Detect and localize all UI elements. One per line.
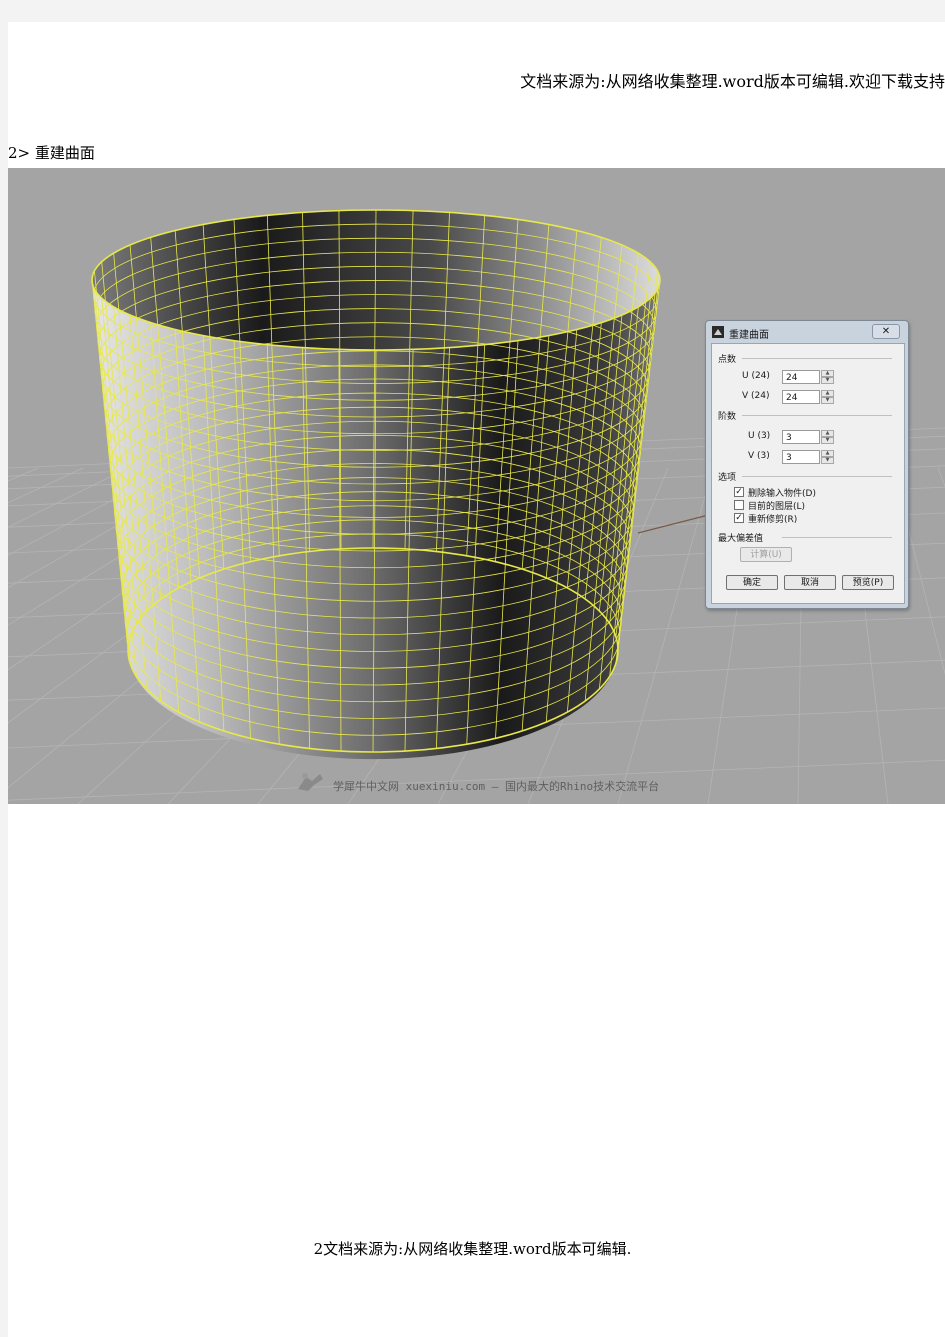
spin-down-icon[interactable]: ▼ bbox=[821, 457, 834, 464]
header-source-note: 文档来源为:从网络收集整理.word版本可编辑.欢迎下载支持 bbox=[520, 72, 945, 91]
delete-input-label: 删除输入物件(D) bbox=[748, 489, 816, 499]
rebuild-surface-dialog: 重建曲面 ✕ 点数 U (24) 24 ▲ ▼ V (24) 24 ▲ ▼ 阶数… bbox=[705, 320, 909, 609]
u-point-count-stepper[interactable]: 24 ▲ ▼ bbox=[782, 370, 834, 384]
divider bbox=[742, 476, 892, 477]
ok-button[interactable]: 确定 bbox=[726, 575, 778, 590]
cancel-button[interactable]: 取消 bbox=[784, 575, 836, 590]
section-title: 2> 重建曲面 bbox=[8, 144, 95, 162]
spin-up-icon[interactable]: ▲ bbox=[821, 390, 834, 397]
u-degree-label: U (3) bbox=[748, 431, 771, 441]
spin-up-icon[interactable]: ▲ bbox=[821, 430, 834, 437]
dialog-title: 重建曲面 bbox=[729, 330, 769, 341]
u-point-count-input[interactable]: 24 bbox=[782, 370, 820, 384]
divider bbox=[782, 537, 892, 538]
checkmark-icon: ✓ bbox=[735, 487, 743, 497]
floor-grid-line bbox=[937, 467, 945, 488]
v-degree-input[interactable]: 3 bbox=[782, 450, 820, 464]
current-layer-label: 目前的图层(L) bbox=[748, 502, 806, 512]
watermark-logo-icon bbox=[296, 771, 326, 797]
retrim-checkbox[interactable]: ✓ bbox=[734, 513, 744, 523]
footer-page-note: 2文档来源为:从网络收集整理.word版本可编辑. bbox=[313, 1240, 632, 1258]
u-degree-input[interactable]: 3 bbox=[782, 430, 820, 444]
u-point-count-label: U (24) bbox=[742, 371, 770, 381]
dialog-body: 点数 U (24) 24 ▲ ▼ V (24) 24 ▲ ▼ 阶数 U (3) … bbox=[711, 343, 905, 604]
rhino-viewport[interactable]: 学犀牛中文网 xuexiniu.com — 国内最大的Rhino技术交流平台 重… bbox=[8, 168, 945, 804]
delete-input-checkbox[interactable]: ✓ bbox=[734, 487, 744, 497]
preview-button[interactable]: 预览(P) bbox=[842, 575, 894, 590]
spin-down-icon[interactable]: ▼ bbox=[821, 397, 834, 404]
spin-up-icon[interactable]: ▲ bbox=[821, 370, 834, 377]
v-degree-label: V (3) bbox=[748, 451, 770, 461]
viewport-watermark: 学犀牛中文网 xuexiniu.com — 国内最大的Rhino技术交流平台 bbox=[333, 780, 660, 793]
spin-up-icon[interactable]: ▲ bbox=[821, 450, 834, 457]
spin-down-icon[interactable]: ▼ bbox=[821, 437, 834, 444]
group-options-label: 选项 bbox=[718, 473, 737, 483]
rhino-app-icon bbox=[712, 326, 724, 338]
page-top-margin bbox=[0, 0, 945, 22]
divider bbox=[742, 415, 892, 416]
v-point-count-label: V (24) bbox=[742, 391, 770, 401]
group-degree-label: 阶数 bbox=[718, 412, 737, 422]
group-point-count-label: 点数 bbox=[718, 355, 737, 365]
spin-down-icon[interactable]: ▼ bbox=[821, 377, 834, 384]
retrim-label: 重新修剪(R) bbox=[748, 515, 798, 525]
v-point-count-stepper[interactable]: 24 ▲ ▼ bbox=[782, 390, 834, 404]
group-max-deviation-label: 最大偏差值 bbox=[718, 534, 764, 544]
page-left-margin bbox=[0, 0, 8, 1337]
calculate-button[interactable]: 计算(U) bbox=[740, 547, 792, 562]
divider bbox=[742, 358, 892, 359]
floor-grid-line bbox=[8, 467, 129, 528]
checkmark-icon: ✓ bbox=[735, 513, 743, 523]
close-icon: ✕ bbox=[881, 326, 891, 337]
v-degree-stepper[interactable]: 3 ▲ ▼ bbox=[782, 450, 834, 464]
current-layer-checkbox[interactable] bbox=[734, 500, 744, 510]
u-degree-stepper[interactable]: 3 ▲ ▼ bbox=[782, 430, 834, 444]
close-button[interactable]: ✕ bbox=[872, 324, 900, 339]
floor-grid-line bbox=[8, 467, 39, 482]
floor-grid-line bbox=[8, 467, 84, 504]
v-point-count-input[interactable]: 24 bbox=[782, 390, 820, 404]
dialog-titlebar[interactable]: 重建曲面 ✕ bbox=[706, 321, 908, 342]
